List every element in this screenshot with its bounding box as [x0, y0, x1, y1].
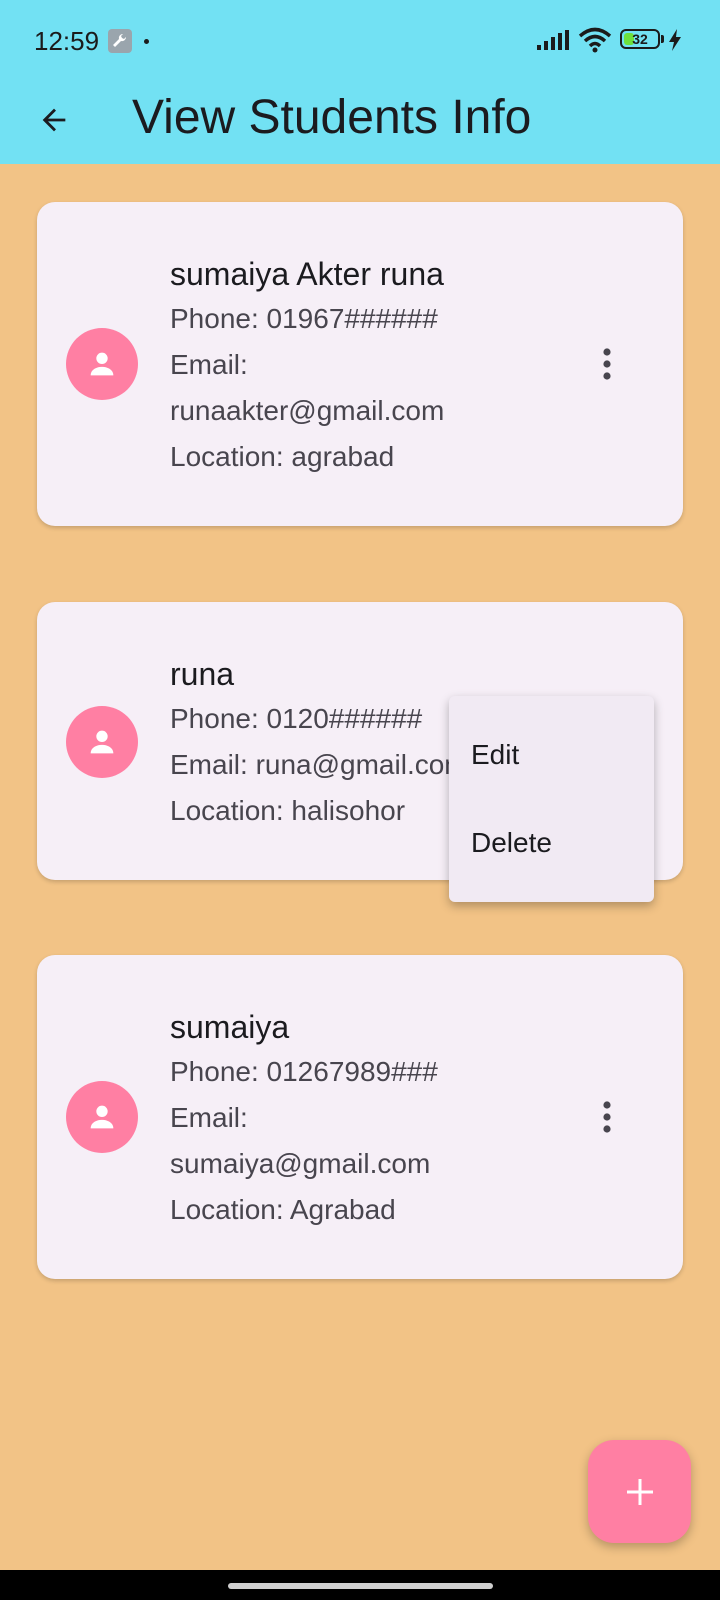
- dot-icon: [144, 39, 149, 44]
- person-icon: [90, 352, 114, 376]
- student-details: sumaiya Phone: 01267989### Email: sumaiy…: [170, 1005, 438, 1233]
- wrench-icon: [108, 29, 132, 53]
- more-options-button[interactable]: [583, 1093, 631, 1141]
- student-email-label: Email:: [170, 1102, 248, 1133]
- student-location: Location: agrabad: [170, 441, 395, 472]
- page-title: View Students Info: [132, 91, 532, 144]
- battery-icon: 32: [620, 29, 660, 49]
- battery-cap: [661, 35, 664, 43]
- add-student-button[interactable]: [588, 1440, 691, 1543]
- app-bar: View Students Info: [0, 80, 720, 164]
- wifi-icon: [578, 27, 612, 53]
- more-vert-icon: [603, 1101, 611, 1133]
- student-card[interactable]: sumaiya Akter runa Phone: 01967###### Em…: [37, 202, 683, 526]
- student-email: runaakter@gmail.com: [170, 395, 445, 426]
- person-icon: [90, 730, 114, 754]
- student-phone: Phone: 01267989###: [170, 1056, 438, 1087]
- avatar: [66, 706, 138, 778]
- home-indicator[interactable]: [228, 1583, 493, 1589]
- more-options-button[interactable]: [583, 340, 631, 388]
- bolt-icon: [669, 29, 681, 51]
- student-email-label: Email:: [170, 349, 248, 380]
- system-nav-bar: [0, 1570, 720, 1600]
- avatar: [66, 328, 138, 400]
- student-email: Email: runa@gmail.com: [170, 749, 468, 780]
- plus-icon: [626, 1478, 653, 1505]
- student-location: Location: Agrabad: [170, 1194, 396, 1225]
- student-phone: Phone: 01967######: [170, 303, 438, 334]
- more-vert-icon: [603, 348, 611, 380]
- status-bar: 12:59 32: [0, 0, 720, 80]
- student-name: sumaiya: [170, 1009, 290, 1045]
- student-details: runa Phone: 0120###### Email: runa@gmail…: [170, 652, 468, 834]
- popup-menu: Edit Delete: [449, 696, 654, 902]
- avatar: [66, 1081, 138, 1153]
- student-details: sumaiya Akter runa Phone: 01967###### Em…: [170, 252, 444, 480]
- back-button[interactable]: [26, 92, 82, 148]
- student-name: runa: [170, 656, 235, 692]
- student-name: sumaiya Akter runa: [170, 256, 444, 292]
- signal-icon: [537, 30, 569, 50]
- menu-item-delete[interactable]: Delete: [449, 799, 654, 887]
- student-email: sumaiya@gmail.com: [170, 1148, 431, 1179]
- arrow-back-icon: [42, 108, 66, 132]
- person-icon: [90, 1105, 114, 1129]
- student-location: Location: halisohor: [170, 795, 406, 826]
- battery-level: 32: [632, 31, 648, 47]
- menu-item-edit[interactable]: Edit: [449, 711, 654, 799]
- status-time: 12:59: [34, 26, 100, 56]
- student-phone: Phone: 0120######: [170, 703, 423, 734]
- student-card[interactable]: sumaiya Phone: 01267989### Email: sumaiy…: [37, 955, 683, 1279]
